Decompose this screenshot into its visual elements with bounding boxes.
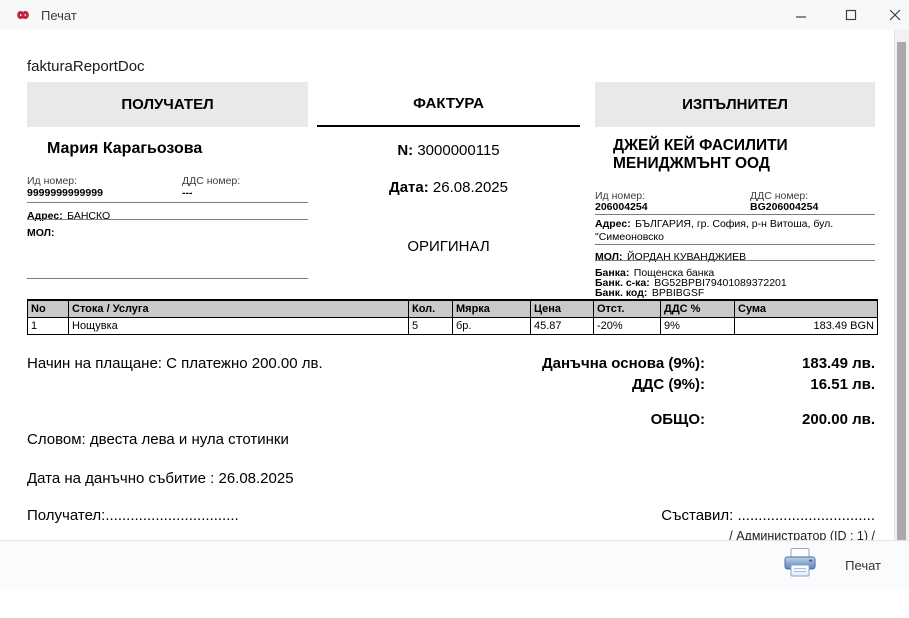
window-title: Печат (41, 7, 77, 23)
col-header-unit: Мярка (452, 299, 531, 318)
divider (27, 202, 308, 203)
cell-item: Нощувка (68, 317, 409, 335)
total-label: ОБЩО: (650, 411, 705, 428)
cell-price: 45.87 (530, 317, 594, 335)
print-preview-area: fakturaReportDoc ПОЛУЧАТЕЛ ФАКТУРА ИЗПЪЛ… (0, 30, 909, 618)
cell-qty: 5 (408, 317, 453, 335)
issuer-address-label: Адрес: (595, 218, 631, 230)
recipient-vat-value: --- (182, 187, 193, 199)
payment-method-line: Начин на плащане: С платежно 200.00 лв. (27, 355, 323, 372)
vat-amount-label: ДДС (9%): (631, 376, 705, 393)
divider (595, 244, 875, 245)
table-row: 1 Нощувка 5 бр. 45.87 -20% 9% 183.49 BGN (27, 317, 878, 335)
report-name: fakturaReportDoc (27, 58, 145, 75)
divider (27, 219, 308, 220)
recipient-mol-line: МОЛ: (27, 223, 55, 241)
issuer-bic-label: Банк. код: (595, 287, 648, 299)
divider (27, 278, 308, 279)
total-value: 200.00 лв. (802, 411, 875, 428)
tax-base-value: 183.49 лв. (802, 355, 875, 372)
col-header-sum: Сума (734, 299, 878, 318)
amount-in-words-line: Словом: двеста лева и нула стотинки (27, 431, 289, 448)
col-header-item: Стока / Услуга (68, 299, 409, 318)
invoice-date-label: Дата: (389, 179, 429, 196)
issuer-mol-label: МОЛ: (595, 251, 623, 263)
cell-discount: -20% (593, 317, 661, 335)
invoice-date-value: 26.08.2025 (432, 179, 508, 196)
issuer-block: ДЖЕЙ КЕЙ ФАСИЛИТИ МЕНИДЖМЪНТ ООД Ид номе… (595, 135, 875, 325)
recipient-id-value: 9999999999999 (27, 187, 103, 199)
invoice-block: N: 3000000115 Дата: 26.08.2025 ОРИГИНАЛ (317, 135, 580, 265)
titlebar: Печат (0, 0, 909, 31)
items-table-header-row: No Стока / Услуга Кол. Мярка Цена Отст. … (27, 299, 878, 318)
issuer-address-line: Адрес: БЪЛГАРИЯ, гр. София, р-н Витоша, … (595, 217, 875, 243)
vat-amount-value: 16.51 лв. (810, 376, 875, 393)
vertical-scrollbar[interactable] (894, 30, 909, 570)
recipient-id-label: Ид номер: (27, 175, 78, 187)
issuer-bic-value: BPBIBGSF (651, 287, 705, 299)
col-header-qty: Кол. (408, 299, 453, 318)
print-button-label: Печат (845, 557, 881, 573)
recipient-signature-line: Получател:..............................… (27, 507, 239, 524)
issuer-section-header: ИЗПЪЛНИТЕЛ (595, 82, 875, 127)
divider (595, 260, 875, 261)
printer-icon (782, 547, 818, 583)
maximize-button[interactable] (836, 0, 866, 30)
app-logo-icon (13, 8, 33, 22)
col-header-vat: ДДС % (660, 299, 735, 318)
col-header-no: No (27, 299, 69, 318)
recipient-block: Мария Карагьозова Ид номер: ДДС номер: 9… (27, 135, 308, 285)
tax-base-label: Данъчна основа (9%): (541, 355, 705, 372)
issuer-vat-value: BG206004254 (750, 201, 819, 213)
recipient-address-line: Адрес: БАНСКО (27, 206, 110, 224)
invoice-number-value: 3000000115 (417, 142, 500, 159)
recipient-address-value: БАНСКО (67, 210, 111, 222)
divider (595, 214, 875, 215)
invoice-original-label: ОРИГИНАЛ (407, 238, 490, 255)
issuer-signature-line: Съставил: ..............................… (661, 507, 875, 524)
issuer-mol-value: ЙОРДАН КУВАНДЖИЕВ (626, 251, 747, 263)
print-button[interactable]: Печат (776, 547, 887, 583)
footer-bar: Печат (0, 540, 909, 589)
issuer-id-value: 206004254 (595, 201, 648, 213)
invoice-number-line: N: 3000000115 (317, 142, 580, 159)
recipient-section-header: ПОЛУЧАТЕЛ (27, 82, 308, 127)
col-header-discount: Отст. (593, 299, 661, 318)
issuer-name: ДЖЕЙ КЕЙ ФАСИЛИТИ МЕНИДЖМЪНТ ООД (613, 137, 788, 172)
tax-event-date-line: Дата на данъчно събитие : 26.08.2025 (27, 470, 294, 487)
close-button[interactable] (880, 0, 909, 30)
invoice-section-header: ФАКТУРА (317, 82, 580, 127)
col-header-price: Цена (530, 299, 594, 318)
cell-unit: бр. (452, 317, 531, 335)
cell-no: 1 (27, 317, 69, 335)
issuer-address-value: БЪЛГАРИЯ, гр. София, р-н Витоша, бул. "С… (595, 218, 834, 243)
invoice-number-label: N: (397, 142, 414, 159)
recipient-name: Мария Карагьозова (47, 140, 203, 157)
cell-vat: 9% (660, 317, 735, 335)
invoice-date-line: Дата: 26.08.2025 (317, 179, 580, 196)
recipient-address-label: Адрес: (27, 210, 63, 222)
items-table: No Стока / Услуга Кол. Мярка Цена Отст. … (27, 299, 878, 335)
recipient-vat-label: ДДС номер: (182, 175, 241, 187)
cell-sum: 183.49 BGN (734, 317, 878, 335)
minimize-button[interactable] (786, 0, 816, 30)
scrollbar-thumb[interactable] (897, 42, 906, 547)
recipient-mol-label: МОЛ: (27, 227, 55, 239)
